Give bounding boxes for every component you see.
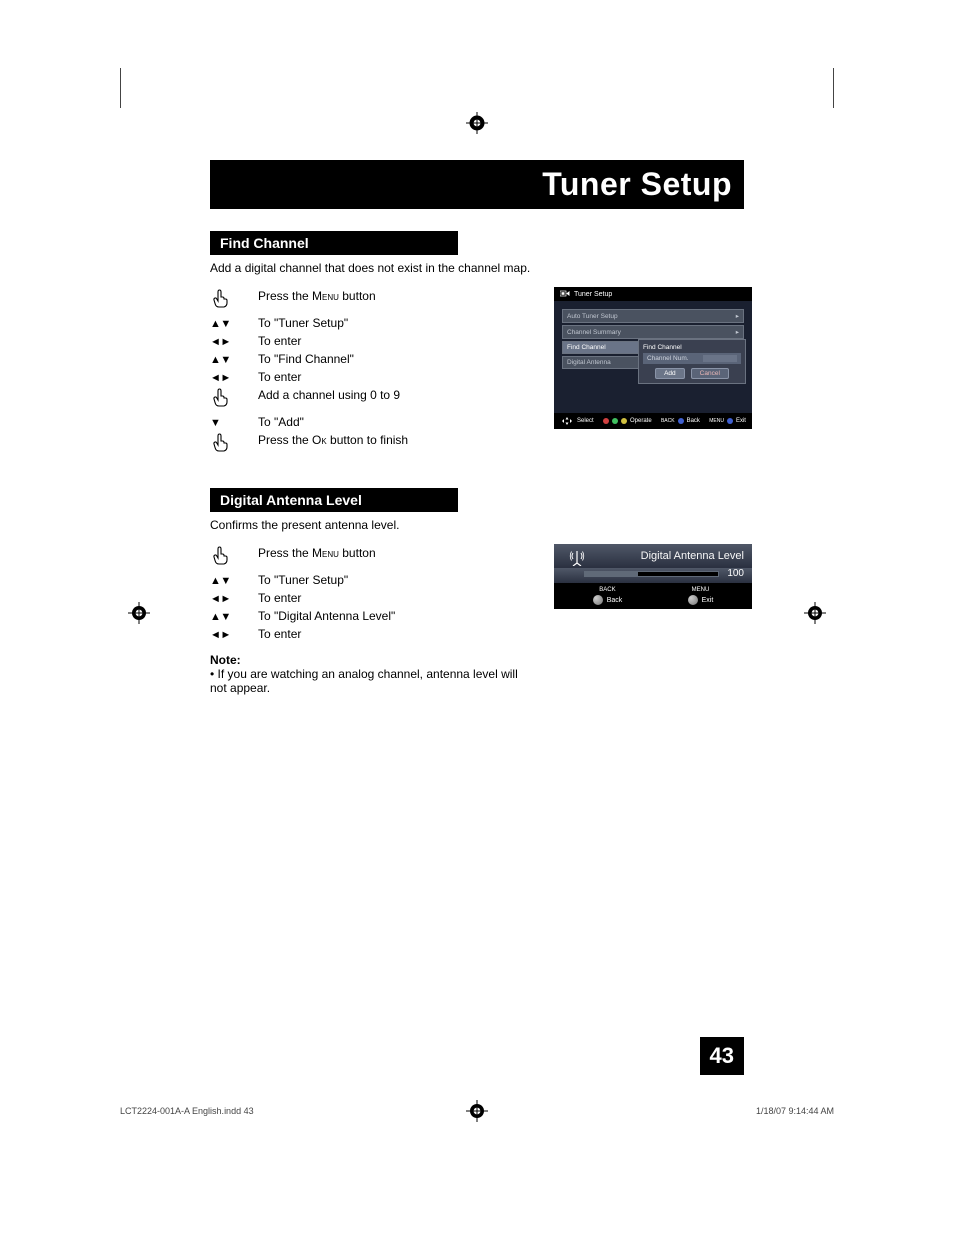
step-ud-icon: ▲▼ [210,607,258,625]
osd-antenna-level-figure: Digital Antenna Level 100 BACK Back MENU [554,544,752,609]
section-intro: Add a digital channel that does not exis… [210,261,744,275]
registration-mark-top [466,112,488,134]
section-heading-antenna: Digital Antenna Level [210,488,458,512]
step-ud-icon: ▲▼ [210,314,258,332]
step-hand-icon [210,544,258,571]
osd1-add-button: Add [655,368,685,379]
osd2-level-value: 100 [727,568,744,579]
step-text: To enter [258,589,530,607]
step-text: To "Find Channel" [258,350,530,368]
step-hand-icon [210,287,258,314]
step-ud-icon: ▲▼ [210,571,258,589]
note-label: Note: [210,653,530,667]
osd1-footer-back: BACKBack [661,418,700,424]
step-ud-icon: ▲▼ [210,350,258,368]
step-text: Add a channel using 0 to 9 [258,386,530,413]
osd1-popup-title: Find Channel [643,344,741,351]
section-heading-find-channel: Find Channel [210,231,458,255]
osd-tuner-setup-figure: Tuner Setup Auto Tuner Setup▸ Channel Su… [554,287,752,429]
antenna-icon [568,548,586,569]
footer-filename: LCT2224-001A-A English.indd 43 [120,1106,254,1116]
page-number: 43 [700,1037,744,1075]
step-text: Press the Menu button [258,287,530,314]
page-title: Tuner Setup [210,160,744,209]
osd1-title: Tuner Setup [574,291,612,298]
step-text: To enter [258,368,530,386]
step-lr-icon: ◄► [210,589,258,607]
osd1-footer-select: Select [560,416,594,426]
step-lr-icon: ◄► [210,368,258,386]
osd1-popup-field-value [703,355,737,362]
footer-timestamp: 1/18/07 9:14:44 AM [756,1106,834,1116]
step-text: To enter [258,625,530,643]
registration-mark-right [804,602,826,624]
osd1-item-auto-tuner: Auto Tuner Setup▸ [562,309,744,323]
step-text: To enter [258,332,530,350]
osd1-footer-exit: MENUExit [709,418,746,424]
osd2-footer-back: BACK Back [593,587,623,605]
step-hand-icon [210,431,258,458]
osd2-level-bar [584,571,719,577]
step-lr-icon: ◄► [210,625,258,643]
step-text: Press the Ok button to finish [258,431,530,458]
osd1-item-channel-summary: Channel Summary▸ [562,325,744,339]
registration-mark-left [128,602,150,624]
osd2-title: Digital Antenna Level [641,550,744,562]
antenna-steps: Press the Menu button▲▼To "Tuner Setup"◄… [210,544,530,643]
step-text: To "Digital Antenna Level" [258,607,530,625]
step-text: To "Tuner Setup" [258,314,530,332]
step-text: To "Tuner Setup" [258,571,530,589]
find-channel-steps: Press the Menu button▲▼To "Tuner Setup"◄… [210,287,530,458]
step-text: To "Add" [258,413,530,431]
osd1-popup-field-label: Channel Num. [647,355,689,362]
step-lr-icon: ◄► [210,332,258,350]
note-body: • If you are watching an analog channel,… [210,667,530,695]
osd1-footer-operate: Operate [603,418,652,424]
step-text: Press the Menu button [258,544,530,571]
step-d-icon: ▼ [210,413,258,431]
section-intro-antenna: Confirms the present antenna level. [210,518,744,532]
osd2-footer-exit: MENU Exit [688,587,714,605]
step-hand-icon [210,386,258,413]
osd1-cancel-button: Cancel [691,368,729,379]
